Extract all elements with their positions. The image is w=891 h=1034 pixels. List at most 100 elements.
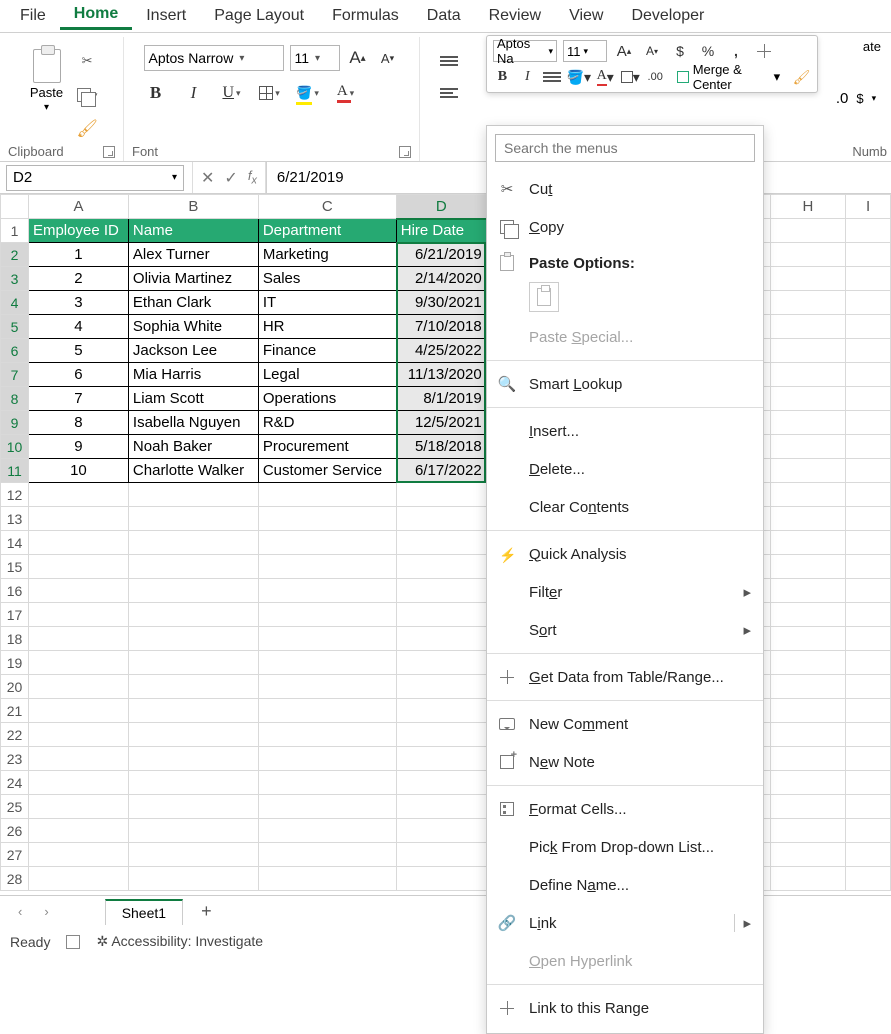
fill-color-button[interactable]: 🪣▾ (296, 81, 320, 105)
note-icon (497, 752, 517, 772)
mini-increase-font[interactable]: A▴ (613, 40, 635, 62)
tab-review[interactable]: Review (475, 3, 555, 29)
paste-label: Paste (30, 85, 63, 100)
menu-delete[interactable]: Delete... (487, 450, 763, 488)
tab-file[interactable]: File (6, 3, 60, 29)
col-A[interactable]: A (28, 195, 128, 219)
mini-italic[interactable]: I (518, 66, 537, 88)
col-C[interactable]: C (258, 195, 396, 219)
decrease-decimal-button[interactable]: .0 (836, 90, 849, 107)
sheet-tab-1[interactable]: Sheet1 (105, 899, 183, 925)
menu-paste-special: Paste Special... (487, 318, 763, 356)
col-B[interactable]: B (128, 195, 258, 219)
menu-new-note[interactable]: New Note (487, 743, 763, 781)
clipboard-label: Clipboard (8, 144, 64, 159)
mini-fill[interactable]: 🪣▾ (568, 66, 590, 88)
currency-button[interactable]: $ (856, 91, 863, 106)
macro-icon[interactable] (66, 935, 80, 949)
menu-clear[interactable]: Clear Contents (487, 488, 763, 526)
name-box[interactable]: D2▾ (6, 165, 184, 191)
mini-currency[interactable]: $ (669, 40, 691, 62)
accessibility-status[interactable]: ✲ Accessibility: Investigate (96, 933, 263, 950)
decrease-font-button[interactable]: A▾ (376, 46, 400, 70)
menu-copy[interactable]: Copy (487, 208, 763, 246)
mini-format-painter[interactable]: 🖌 (792, 66, 811, 88)
range-icon (497, 998, 517, 1018)
tab-developer[interactable]: Developer (617, 3, 718, 29)
menu-quick-analysis[interactable]: Quick Analysis (487, 535, 763, 573)
col-D[interactable]: D (396, 195, 486, 219)
font-color-button[interactable]: A▾ (334, 81, 358, 105)
mini-border[interactable]: ▾ (621, 66, 640, 88)
menu-link[interactable]: 🔗Link▸ (487, 904, 763, 942)
fx-button[interactable]: fx (248, 168, 257, 187)
font-group-label: Font (132, 144, 158, 159)
enter-formula-button[interactable]: ✓ (224, 168, 237, 188)
menu-define-name[interactable]: Define Name... (487, 866, 763, 904)
menu-pick-list[interactable]: Pick From Drop-down List... (487, 828, 763, 866)
font-dialog-launcher[interactable] (399, 146, 411, 158)
paste-button[interactable]: Paste ▾ (24, 47, 69, 115)
mini-font-combo[interactable]: Aptos Na▾ (493, 40, 557, 62)
tab-data[interactable]: Data (413, 3, 475, 29)
col-I[interactable]: I (846, 195, 891, 219)
tab-insert[interactable]: Insert (132, 3, 200, 29)
tab-formulas[interactable]: Formulas (318, 3, 413, 29)
mini-size-combo[interactable]: 11▾ (563, 40, 607, 62)
align-top-button[interactable] (437, 49, 461, 73)
increase-font-button[interactable]: A▴ (346, 46, 370, 70)
menu-insert[interactable]: Insert... (487, 412, 763, 450)
menu-get-data[interactable]: Get Data from Table/Range... (487, 658, 763, 696)
mini-toolbar: Aptos Na▾ 11▾ A▴ A▾ $ % , B I 🪣▾ A▾ ▾ .0… (486, 35, 818, 93)
mini-bold[interactable]: B (493, 66, 512, 88)
clipboard-dialog-launcher[interactable] (103, 146, 115, 158)
cancel-formula-button[interactable]: ✕ (201, 168, 214, 188)
number-ate: ate (863, 39, 887, 54)
menu-cut[interactable]: Cut (487, 170, 763, 208)
mini-decimal[interactable]: .00 (646, 66, 665, 88)
menu-sort[interactable]: Sort▸ (487, 611, 763, 649)
add-sheet-button[interactable]: + (193, 901, 220, 922)
format-cells-icon (497, 799, 517, 819)
mini-merge[interactable]: Merge & Center▾ (671, 66, 786, 88)
mini-percent[interactable]: % (697, 40, 719, 62)
font-name-combo[interactable]: Aptos Narrow▾ (144, 45, 284, 71)
italic-button[interactable]: I (182, 81, 206, 105)
mini-decrease-font[interactable]: A▾ (641, 40, 663, 62)
format-painter-button[interactable]: 🖌 (75, 117, 99, 141)
mini-comma[interactable]: , (725, 40, 747, 62)
menu-new-comment[interactable]: New Comment (487, 705, 763, 743)
mini-fontcolor[interactable]: A▾ (596, 66, 615, 88)
number-group-label: Numb (852, 144, 887, 159)
menu-smart-lookup[interactable]: 🔍Smart Lookup (487, 365, 763, 403)
menu-open-hyperlink: Open Hyperlink (487, 942, 763, 980)
paste-option-default[interactable] (529, 282, 559, 312)
tab-view[interactable]: View (555, 3, 617, 29)
sheet-nav-right[interactable]: › (38, 902, 54, 921)
menu-format-cells[interactable]: Format Cells... (487, 790, 763, 828)
tab-home[interactable]: Home (60, 1, 132, 30)
mini-align[interactable] (543, 66, 562, 88)
menu-paste-options: Paste Options: (487, 246, 763, 280)
paste-icon (497, 253, 517, 273)
borders-button[interactable]: ▾ (258, 81, 282, 105)
quick-icon (497, 544, 517, 564)
clipboard-icon (33, 49, 61, 83)
font-size-combo[interactable]: 11▾ (290, 45, 340, 71)
bold-button[interactable]: B (144, 81, 168, 105)
status-ready: Ready (10, 934, 50, 950)
sheet-nav-left[interactable]: ‹ (12, 902, 28, 921)
align-left-button[interactable] (437, 81, 461, 105)
table-icon (497, 667, 517, 687)
search-icon: 🔍 (497, 374, 517, 394)
menu-search-input[interactable] (495, 134, 755, 162)
col-H[interactable]: H (770, 195, 846, 219)
mini-table[interactable] (753, 40, 775, 62)
select-all[interactable] (1, 195, 29, 219)
menu-filter[interactable]: Filter▸ (487, 573, 763, 611)
cut-button[interactable] (75, 49, 99, 73)
menu-link-range[interactable]: Link to this Range (487, 989, 763, 1027)
underline-button[interactable]: U▾ (220, 81, 244, 105)
copy-button[interactable]: ▾ (75, 83, 99, 107)
tab-page-layout[interactable]: Page Layout (200, 3, 318, 29)
